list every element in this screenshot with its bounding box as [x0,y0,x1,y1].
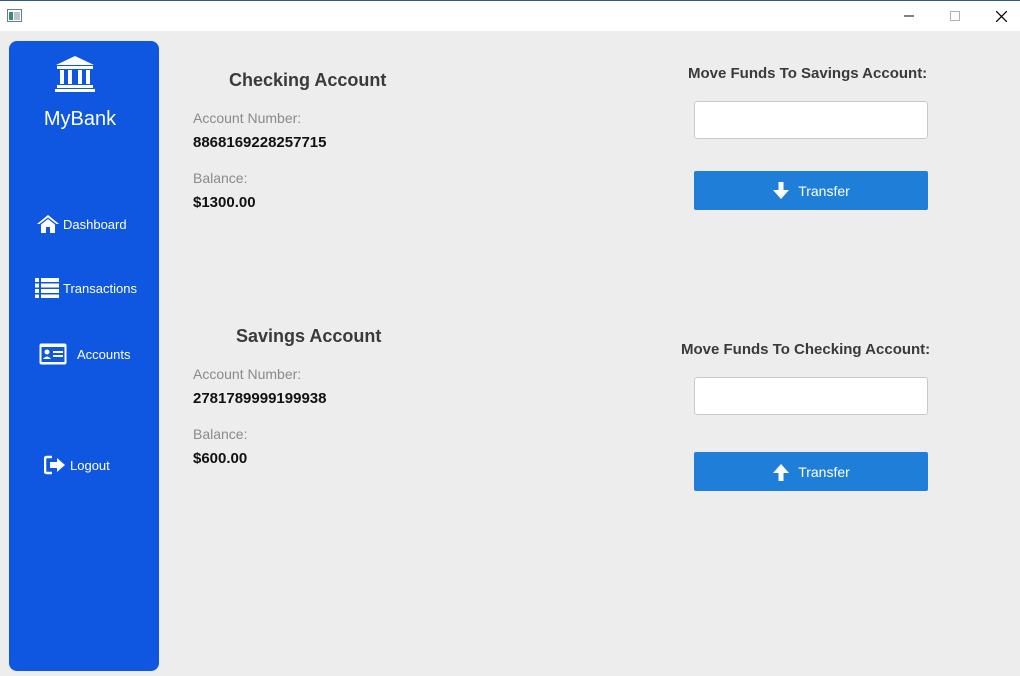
transfer-to-savings-button[interactable]: Transfer [694,171,928,210]
checking-account-title: Checking Account [229,70,387,90]
checking-account-number: 8868169228257715 [193,134,327,151]
move-to-checking-label: Move Funds To Checking Account: [681,341,931,358]
checking-account-number-label: Account Number: [193,110,302,126]
transfer-button-label: Transfer [798,182,850,199]
maximize-icon [950,11,960,21]
arrow-down-icon [773,181,790,199]
brand-name: MyBank [43,108,117,130]
savings-account-title: Savings Account [236,326,382,346]
checking-balance: $1300.00 [193,194,256,211]
close-icon [995,10,1007,22]
transfer-to-checking-button[interactable]: Transfer [694,452,928,491]
id-card-icon [39,343,67,365]
list-icon [35,278,59,298]
maximize-button[interactable] [932,1,978,31]
window-titlebar [0,0,1020,31]
savings-account-number-label: Account Number: [193,366,302,382]
checking-amount-input[interactable] [694,377,928,415]
sidebar-item-accounts[interactable]: Accounts [39,343,130,365]
app-window-icon [7,9,22,22]
savings-balance: $600.00 [193,450,248,467]
sidebar-item-label: Accounts [77,346,131,362]
logout-button[interactable]: Logout [44,455,110,475]
sidebar-item-label: Transactions [63,280,137,296]
bank-icon [55,56,95,92]
savings-amount-input[interactable] [694,101,928,139]
sidebar-item-label: Dashboard [63,216,127,232]
transfer-button-label: Transfer [798,463,850,480]
checking-balance-label: Balance: [193,170,248,186]
sidebar-item-dashboard[interactable]: Dashboard [37,215,127,233]
logout-icon [44,455,65,475]
savings-account-number: 2781789999199938 [193,390,327,407]
sidebar: MyBank Dashboard Transactions Accounts L… [9,41,159,671]
close-button[interactable] [978,1,1020,31]
minimize-button[interactable] [886,1,932,31]
minimize-icon [904,15,914,17]
savings-balance-label: Balance: [193,426,248,442]
home-icon [37,215,59,233]
logout-label: Logout [70,457,110,473]
arrow-up-icon [773,463,790,481]
move-to-savings-label: Move Funds To Savings Account: [688,65,928,82]
sidebar-item-transactions[interactable]: Transactions [35,278,137,298]
